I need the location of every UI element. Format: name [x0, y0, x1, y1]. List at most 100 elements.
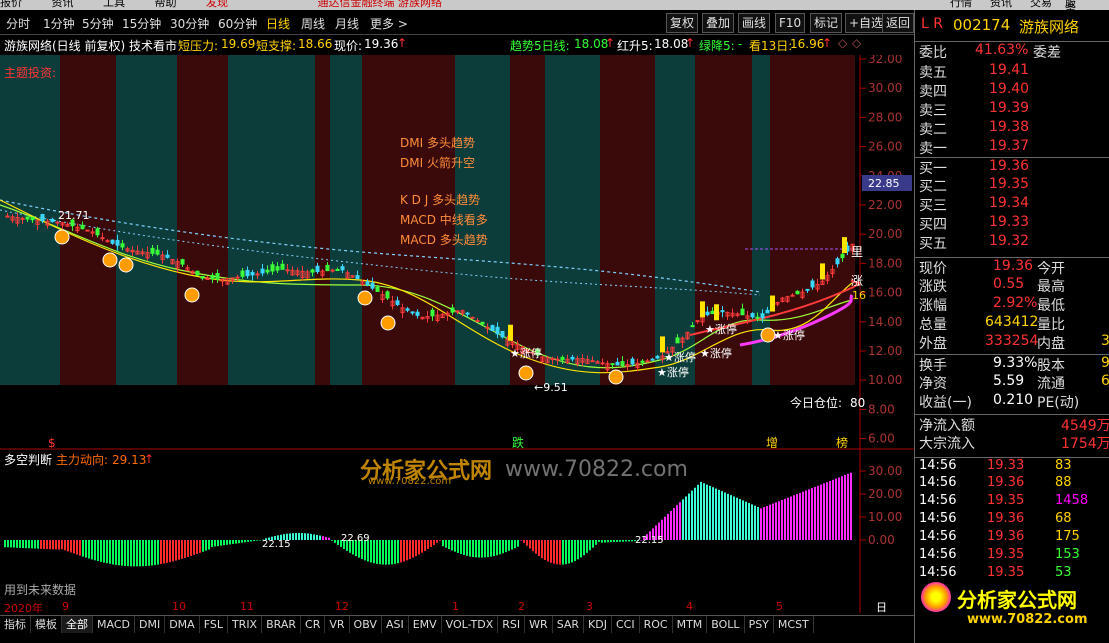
indicator-tab[interactable]: MTM	[673, 616, 708, 633]
logo-icon	[921, 582, 951, 612]
candle-body	[385, 291, 390, 299]
bid-row[interactable]: 买三 19.34	[915, 195, 1109, 214]
indicator-bar	[766, 505, 768, 540]
indicator-tab[interactable]: WR	[525, 616, 553, 633]
indicator-chart[interactable]: 30.00 20.00 10.00 0.00 多空判断 主力动向: 29.13 ↑ 2…	[0, 448, 914, 613]
period-monthly[interactable]: 月线	[335, 15, 359, 32]
indicator-tab[interactable]: OBV	[350, 616, 382, 633]
back-button[interactable]: 返回	[882, 13, 914, 33]
indicator-bar	[754, 505, 756, 540]
ask-row[interactable]: 卖五 19.41	[915, 62, 1109, 81]
candle-body	[560, 356, 565, 361]
indicator-tab[interactable]: 模板	[31, 616, 62, 633]
indicator-tab[interactable]: DMA	[165, 616, 200, 633]
diamond-icon[interactable]: ◇	[838, 36, 847, 50]
indicator-bar	[304, 533, 306, 540]
indicator-tab[interactable]: BRAR	[262, 616, 302, 633]
menu-news[interactable]: 资讯	[52, 0, 74, 8]
menu-service[interactable]: 服务	[1065, 0, 1083, 10]
period-more[interactable]: 更多 >	[370, 15, 408, 32]
candle-body	[765, 309, 770, 314]
indicator-tab[interactable]: EMV	[409, 616, 442, 633]
period-5min[interactable]: 5分钟	[82, 15, 114, 32]
ask-row[interactable]: 卖一 19.37	[915, 138, 1109, 157]
indicator-tab[interactable]: MCST	[774, 616, 814, 633]
f10-button[interactable]: F10	[775, 13, 806, 33]
background-zone	[600, 55, 655, 385]
period-1min[interactable]: 1分钟	[43, 15, 75, 32]
indicator-bar	[562, 540, 564, 565]
indicator-bar	[550, 540, 552, 563]
bid-row[interactable]: 买四 19.33	[915, 214, 1109, 233]
level-label: 买三	[919, 198, 947, 214]
indicator-tab[interactable]: PSY	[745, 616, 774, 633]
period-60min[interactable]: 60分钟	[218, 15, 257, 32]
indicator-bar	[616, 540, 618, 542]
menu-tools[interactable]: 工具	[103, 0, 125, 8]
indicator-tab[interactable]: DMI	[135, 616, 166, 633]
indicator-bar	[127, 540, 129, 567]
up-arrow-icon: ↑	[397, 36, 408, 50]
indicator-tab[interactable]: VOL-TDX	[442, 616, 499, 633]
indicator-bar	[739, 499, 741, 540]
restore-rights-button[interactable]: 复权	[666, 13, 699, 33]
add-watchlist-button[interactable]: +自选	[845, 13, 888, 33]
candle-body	[455, 310, 460, 313]
indicator-tab[interactable]: CR	[301, 616, 326, 633]
period-daily[interactable]: 日线	[266, 15, 290, 32]
stat-right-label: 内盘	[1037, 336, 1065, 352]
indicator-bar	[133, 540, 135, 567]
indicator-tab[interactable]: SAR	[553, 616, 585, 633]
indicator-bar	[727, 493, 729, 540]
indicator-bar	[850, 472, 852, 540]
indicator-tab[interactable]: FSL	[200, 616, 228, 633]
up-arrow-icon: ↑	[822, 36, 833, 50]
ask-row[interactable]: 卖四 19.40	[915, 81, 1109, 100]
indicator-tab[interactable]: BOLL	[707, 616, 745, 633]
indicator-tab[interactable]: RSI	[498, 616, 526, 633]
mark-button[interactable]: 标记	[810, 13, 843, 33]
menu-info[interactable]: 资讯	[990, 0, 1012, 8]
support-value: 18.66	[298, 37, 333, 51]
period-15min[interactable]: 15分钟	[122, 15, 161, 32]
time-label: 11	[240, 600, 254, 613]
indicator-tab[interactable]: ASI	[382, 616, 409, 633]
menu-market[interactable]: 行情	[950, 0, 972, 8]
candle-body	[620, 361, 625, 366]
diamond-icon[interactable]: ◇	[852, 36, 861, 50]
indicator-tab[interactable]: TRIX	[228, 616, 263, 633]
indicator-tab[interactable]: KDJ	[584, 616, 612, 633]
indicator-bar	[226, 540, 228, 545]
period-tick[interactable]: 分时	[6, 15, 30, 32]
indicator-bar	[370, 540, 372, 563]
period-30min[interactable]: 30分钟	[170, 15, 209, 32]
candle-body	[405, 308, 410, 311]
ask-row[interactable]: 卖三 19.39	[915, 100, 1109, 119]
ask-row[interactable]: 卖二 19.38	[915, 119, 1109, 138]
menu-trade[interactable]: 交易	[1030, 0, 1052, 8]
bid-row[interactable]: 买五 19.32	[915, 233, 1109, 252]
menu-help[interactable]: 帮助	[155, 0, 177, 8]
indicator-tab[interactable]: CCI	[612, 616, 640, 633]
indicator-tab[interactable]: ROC	[640, 616, 673, 633]
indicator-bar	[703, 483, 705, 540]
indicator-tab[interactable]: 全部	[62, 616, 93, 633]
indicator-tab[interactable]: MACD	[93, 616, 135, 633]
bid-row[interactable]: 买一 19.36	[915, 157, 1109, 177]
time-label: 3	[586, 600, 593, 613]
indicator-bar	[511, 540, 513, 550]
bid-row[interactable]: 买二 19.35	[915, 176, 1109, 195]
indicator-value: 29.13	[112, 453, 146, 467]
indicator-bar	[163, 540, 165, 564]
indicator-bar	[541, 540, 543, 559]
period-weekly[interactable]: 周线	[301, 15, 325, 32]
overlay-button[interactable]: 叠加	[702, 13, 735, 33]
indicator-tab[interactable]: VR	[325, 616, 350, 633]
draw-line-button[interactable]: 画线	[738, 13, 771, 33]
candle-body	[475, 320, 480, 323]
indicator-bar	[10, 540, 12, 548]
kline-chart[interactable]: 32.0030.0028.0026.0024.0022.0020.0018.00…	[0, 55, 914, 448]
menu-discover[interactable]: 发现	[206, 0, 228, 8]
indicator-tab[interactable]: 指标	[0, 616, 31, 633]
menu-quotes[interactable]: 报价	[0, 0, 22, 8]
